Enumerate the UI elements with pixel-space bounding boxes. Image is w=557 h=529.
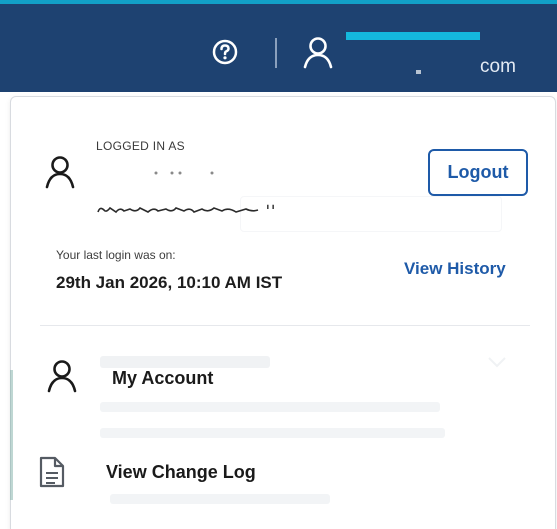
logout-button[interactable]: Logout [428,149,528,196]
menu-item-label: View Change Log [106,462,256,482]
header-divider [275,38,277,68]
app-root: com LOGGED IN AS Logout Your last login … [0,0,557,529]
account-name-blot [416,70,421,74]
account-name-redaction [346,32,480,40]
view-history-link[interactable]: View History [404,259,506,279]
panel-divider [40,325,530,326]
user-icon[interactable] [300,36,336,70]
menu-item-label: My Account [112,368,214,388]
account-name[interactable]: com [346,32,546,82]
menu-item-my-account[interactable] [30,350,530,406]
last-login-label: Your last login was on: [56,248,176,262]
logged-in-label: LOGGED IN AS [96,139,185,153]
user-icon [44,358,80,394]
background-input-outline [240,196,502,232]
top-header-bar: com [0,0,557,92]
document-icon [38,455,66,489]
help-circle-icon[interactable] [211,38,239,66]
user-name-redacted [96,164,226,175]
last-login-value: 29th Jan 2026, 10:10 AM IST [56,273,283,292]
background-accent-bar [10,370,13,500]
user-icon [42,154,78,190]
account-domain-suffix: com [480,56,516,77]
menu-item-view-change-log[interactable] [30,446,530,502]
